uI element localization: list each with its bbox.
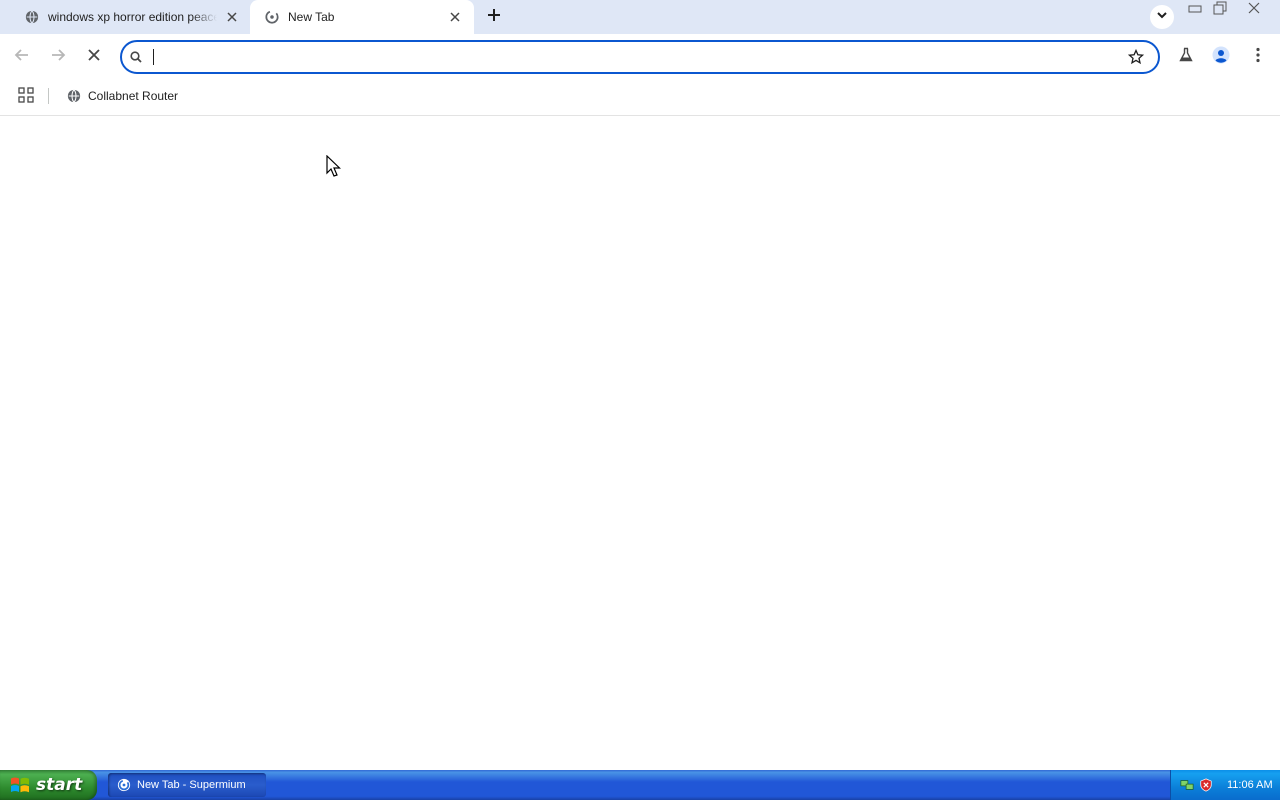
start-button[interactable]: start xyxy=(0,770,97,800)
page-content[interactable] xyxy=(0,117,1280,770)
taskbar-item-label: New Tab - Supermium xyxy=(137,779,246,791)
minimize-icon xyxy=(1188,1,1202,19)
taskbar-item-supermium[interactable]: New Tab - Supermium xyxy=(108,773,266,797)
back-button[interactable] xyxy=(9,44,35,70)
restore-icon xyxy=(1213,1,1227,20)
stop-button[interactable] xyxy=(81,44,107,70)
system-tray: 11:06 AM xyxy=(1170,770,1280,800)
text-caret xyxy=(153,49,154,65)
avatar-icon xyxy=(1212,46,1230,69)
omnibox[interactable] xyxy=(120,40,1160,74)
close-icon[interactable] xyxy=(223,8,240,26)
apps-button[interactable] xyxy=(16,86,36,108)
toolbar xyxy=(0,34,1280,80)
tab-search-button[interactable] xyxy=(1150,5,1174,29)
network-icon[interactable] xyxy=(1179,777,1195,793)
profile-button[interactable] xyxy=(1209,45,1233,69)
clock: 11:06 AM xyxy=(1227,779,1273,791)
bookmarks-divider xyxy=(48,88,49,104)
close-icon xyxy=(88,48,100,66)
tab-title: windows xp horror edition peaceful xyxy=(48,10,218,24)
tab-title: New Tab xyxy=(288,10,335,24)
arrow-left-icon xyxy=(14,47,30,68)
menu-button[interactable] xyxy=(1246,45,1270,69)
mouse-cursor-icon xyxy=(326,155,341,177)
labs-button[interactable] xyxy=(1174,45,1198,69)
plus-icon xyxy=(487,8,501,27)
arrow-right-icon xyxy=(50,47,66,68)
apps-grid-icon xyxy=(18,86,34,108)
bookmark-star-button[interactable] xyxy=(1124,45,1148,69)
close-icon xyxy=(1247,1,1261,20)
kebab-menu-icon xyxy=(1256,47,1260,68)
supermium-icon xyxy=(264,9,280,25)
close-icon[interactable] xyxy=(446,8,464,26)
minimize-button[interactable] xyxy=(1184,2,1206,18)
restore-button[interactable] xyxy=(1209,1,1231,20)
tab-windows-xp-horror[interactable]: windows xp horror edition peaceful xyxy=(0,0,250,34)
bookmarks-bar: Collabnet Router xyxy=(0,80,1280,116)
star-icon xyxy=(1128,49,1144,65)
start-label: start xyxy=(36,775,83,795)
screen: windows xp horror edition peaceful New T… xyxy=(0,0,1280,800)
flask-icon xyxy=(1178,47,1194,68)
tab-strip: windows xp horror edition peaceful New T… xyxy=(0,0,1280,34)
bookmark-label: Collabnet Router xyxy=(88,89,179,103)
new-tab-button[interactable] xyxy=(482,5,506,29)
forward-button[interactable] xyxy=(45,44,71,70)
globe-icon xyxy=(24,9,40,25)
globe-icon xyxy=(66,88,82,104)
bookmark-collabnet-router[interactable]: Collabnet Router xyxy=(62,85,182,107)
search-icon xyxy=(128,49,144,65)
address-input[interactable] xyxy=(154,49,1124,65)
close-window-button[interactable] xyxy=(1243,2,1265,18)
taskbar: start New Tab - Supermium 11:06 AM xyxy=(0,770,1280,800)
security-shield-icon[interactable] xyxy=(1198,777,1214,793)
windows-logo-icon xyxy=(11,777,29,793)
chevron-down-icon xyxy=(1156,8,1168,26)
supermium-icon xyxy=(116,777,132,793)
tab-new-tab[interactable]: New Tab xyxy=(250,0,474,34)
